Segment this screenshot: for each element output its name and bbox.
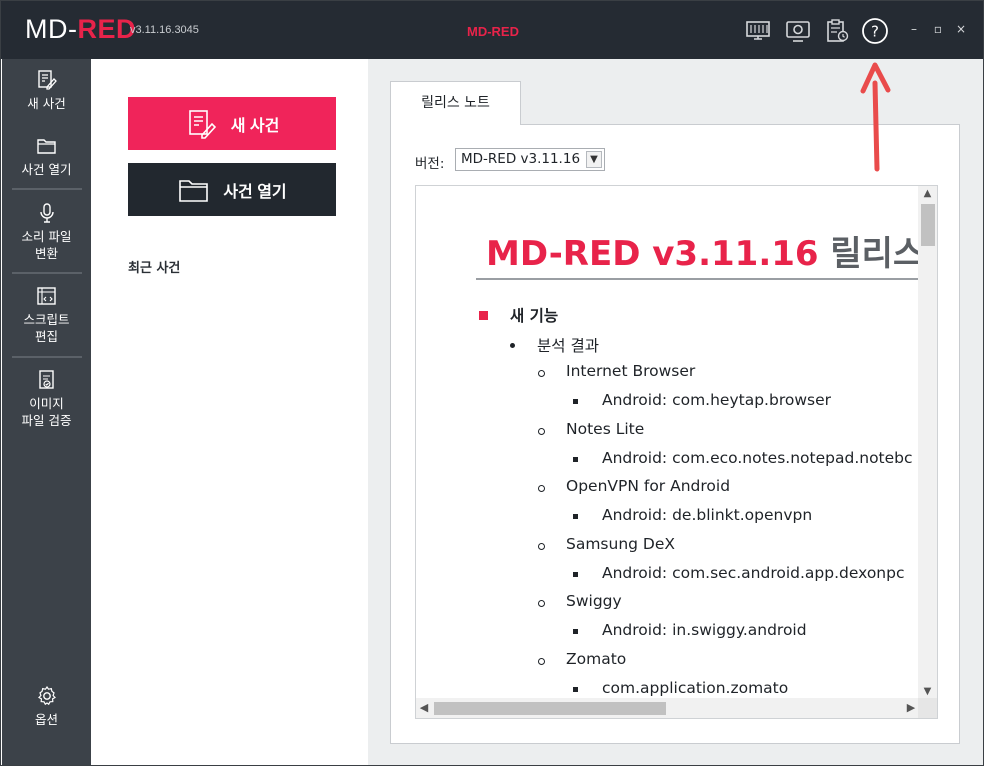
new-case-icon	[37, 70, 57, 90]
script-icon	[36, 287, 56, 305]
detail-bullet	[573, 514, 578, 519]
image-verify-icon	[38, 370, 54, 389]
list-item-bullet	[538, 428, 545, 435]
horizontal-scroll-thumb[interactable]	[434, 702, 666, 715]
sidebar: 새 사건 사건 열기 소리 파일 변환 스크립트 편집 이미지 파일 검증 옵션	[2, 59, 91, 765]
list-item-detail: Android: com.sec.android.app.dexonpc	[602, 564, 905, 582]
document-title: MD-RED v3.11.16 릴리스	[486, 226, 919, 275]
list-item: Notes Lite	[566, 420, 645, 438]
camera-screen-icon[interactable]	[784, 17, 812, 45]
list-item-detail: Android: in.swiggy.android	[602, 621, 807, 639]
document-viewport: MD-RED v3.11.16 릴리스 새 기능 분석 결과 Internet …	[416, 186, 919, 700]
gear-icon	[37, 685, 56, 706]
list-item-detail: Android: com.heytap.browser	[602, 391, 831, 409]
chevron-down-icon[interactable]: ▼	[586, 151, 602, 168]
app-window: MD-RED v3.11.16.3045 MD-RED ? – ▫ × 새 사건…	[0, 0, 984, 766]
new-case-button[interactable]: 새 사건	[128, 97, 336, 150]
sidebar-item-open-case[interactable]: 사건 열기	[2, 134, 91, 178]
list-item-bullet	[538, 485, 545, 492]
list-item-detail: com.application.zomato	[602, 679, 789, 697]
subsection-heading: 분석 결과	[537, 337, 599, 355]
recent-cases-heading: 최근 사건	[128, 261, 181, 276]
list-item: Swiggy	[566, 592, 622, 610]
title-divider	[476, 278, 919, 280]
help-icon[interactable]: ?	[861, 17, 889, 45]
open-case-button[interactable]: 사건 열기	[128, 163, 336, 216]
folder-icon	[179, 179, 209, 202]
sidebar-item-label: 옵션	[34, 712, 58, 727]
release-notes-body: 버전: MD-RED v3.11.16 ▼ MD-RED v3.11.16 릴리…	[390, 124, 960, 744]
minimize-button[interactable]: –	[907, 22, 921, 36]
section-heading: 새 기능	[510, 307, 559, 325]
list-item: OpenVPN for Android	[566, 477, 731, 495]
folder-icon	[36, 139, 56, 154]
sidebar-item-verify-image[interactable]: 이미지 파일 검증	[2, 368, 91, 429]
subsection-bullet	[510, 343, 515, 348]
detail-bullet	[573, 572, 578, 577]
version-select-value: MD-RED v3.11.16	[461, 151, 581, 167]
list-item-detail: Android: de.blinkt.openvpn	[602, 506, 813, 524]
sidebar-item-label: 사건 열기	[21, 162, 72, 177]
list-item-bullet	[538, 370, 545, 377]
tab-release-notes[interactable]: 릴리스 노트	[390, 81, 521, 125]
sidebar-item-convert-audio[interactable]: 소리 파일 변환	[2, 201, 91, 262]
scroll-right-arrow[interactable]: ▶	[903, 698, 919, 718]
sidebar-item-edit-script[interactable]: 스크립트 편집	[2, 284, 91, 345]
title-bar: MD-RED v3.11.16.3045 MD-RED ? – ▫ ×	[1, 1, 983, 59]
new-case-label: 새 사건	[230, 117, 280, 135]
vertical-scrollbar[interactable]: ▲ ▼	[918, 186, 937, 700]
vertical-scroll-thumb[interactable]	[921, 204, 935, 246]
svg-text:?: ?	[871, 23, 879, 41]
open-case-label: 사건 열기	[223, 183, 287, 201]
sidebar-divider	[12, 272, 82, 274]
sidebar-item-label: 파일 검증	[21, 413, 72, 428]
list-item: Zomato	[566, 650, 627, 668]
sidebar-item-label: 변환	[34, 246, 58, 261]
section-bullet	[479, 311, 488, 320]
monitor-grid-icon[interactable]	[744, 17, 772, 45]
sidebar-item-label: 소리 파일	[21, 229, 72, 244]
sidebar-item-label: 스크립트	[23, 312, 70, 327]
document-title-version: MD-RED v3.11.16	[486, 234, 819, 274]
detail-bullet	[573, 629, 578, 634]
sidebar-divider	[12, 356, 82, 358]
action-panel: 새 사건 사건 열기 최근 사건	[91, 59, 368, 765]
scroll-up-arrow[interactable]: ▲	[918, 186, 937, 202]
sidebar-item-options[interactable]: 옵션	[2, 684, 91, 728]
scroll-left-arrow[interactable]: ◀	[416, 698, 432, 718]
sidebar-item-new-case[interactable]: 새 사건	[2, 68, 91, 112]
detail-bullet	[573, 399, 578, 404]
sidebar-item-label: 새 사건	[27, 96, 66, 111]
microphone-icon	[39, 203, 54, 223]
clipboard-clock-icon[interactable]	[823, 17, 851, 45]
new-case-icon	[188, 109, 216, 139]
list-item: Internet Browser	[566, 362, 696, 380]
horizontal-scrollbar[interactable]: ◀ ▶	[416, 698, 919, 718]
list-item-bullet	[538, 600, 545, 607]
detail-bullet	[573, 457, 578, 462]
list-item: Samsung DeX	[566, 535, 676, 553]
scrollbar-corner	[918, 698, 937, 718]
sidebar-item-label: 편집	[34, 329, 58, 344]
maximize-button[interactable]: ▫	[931, 22, 945, 36]
close-button[interactable]: ×	[954, 22, 968, 36]
version-label: 버전:	[415, 156, 445, 172]
list-item-bullet	[538, 658, 545, 665]
detail-bullet	[573, 687, 578, 692]
sidebar-item-label: 이미지	[29, 396, 64, 411]
document-title-suffix: 릴리스	[830, 234, 919, 274]
list-item-bullet	[538, 543, 545, 550]
list-item-detail: Android: com.eco.notes.notepad.notebc	[602, 449, 913, 467]
version-select[interactable]: MD-RED v3.11.16 ▼	[455, 148, 605, 171]
release-notes-document[interactable]: MD-RED v3.11.16 릴리스 새 기능 분석 결과 Internet …	[415, 185, 938, 719]
sidebar-divider	[12, 188, 82, 190]
annotation-arrow	[860, 62, 891, 172]
